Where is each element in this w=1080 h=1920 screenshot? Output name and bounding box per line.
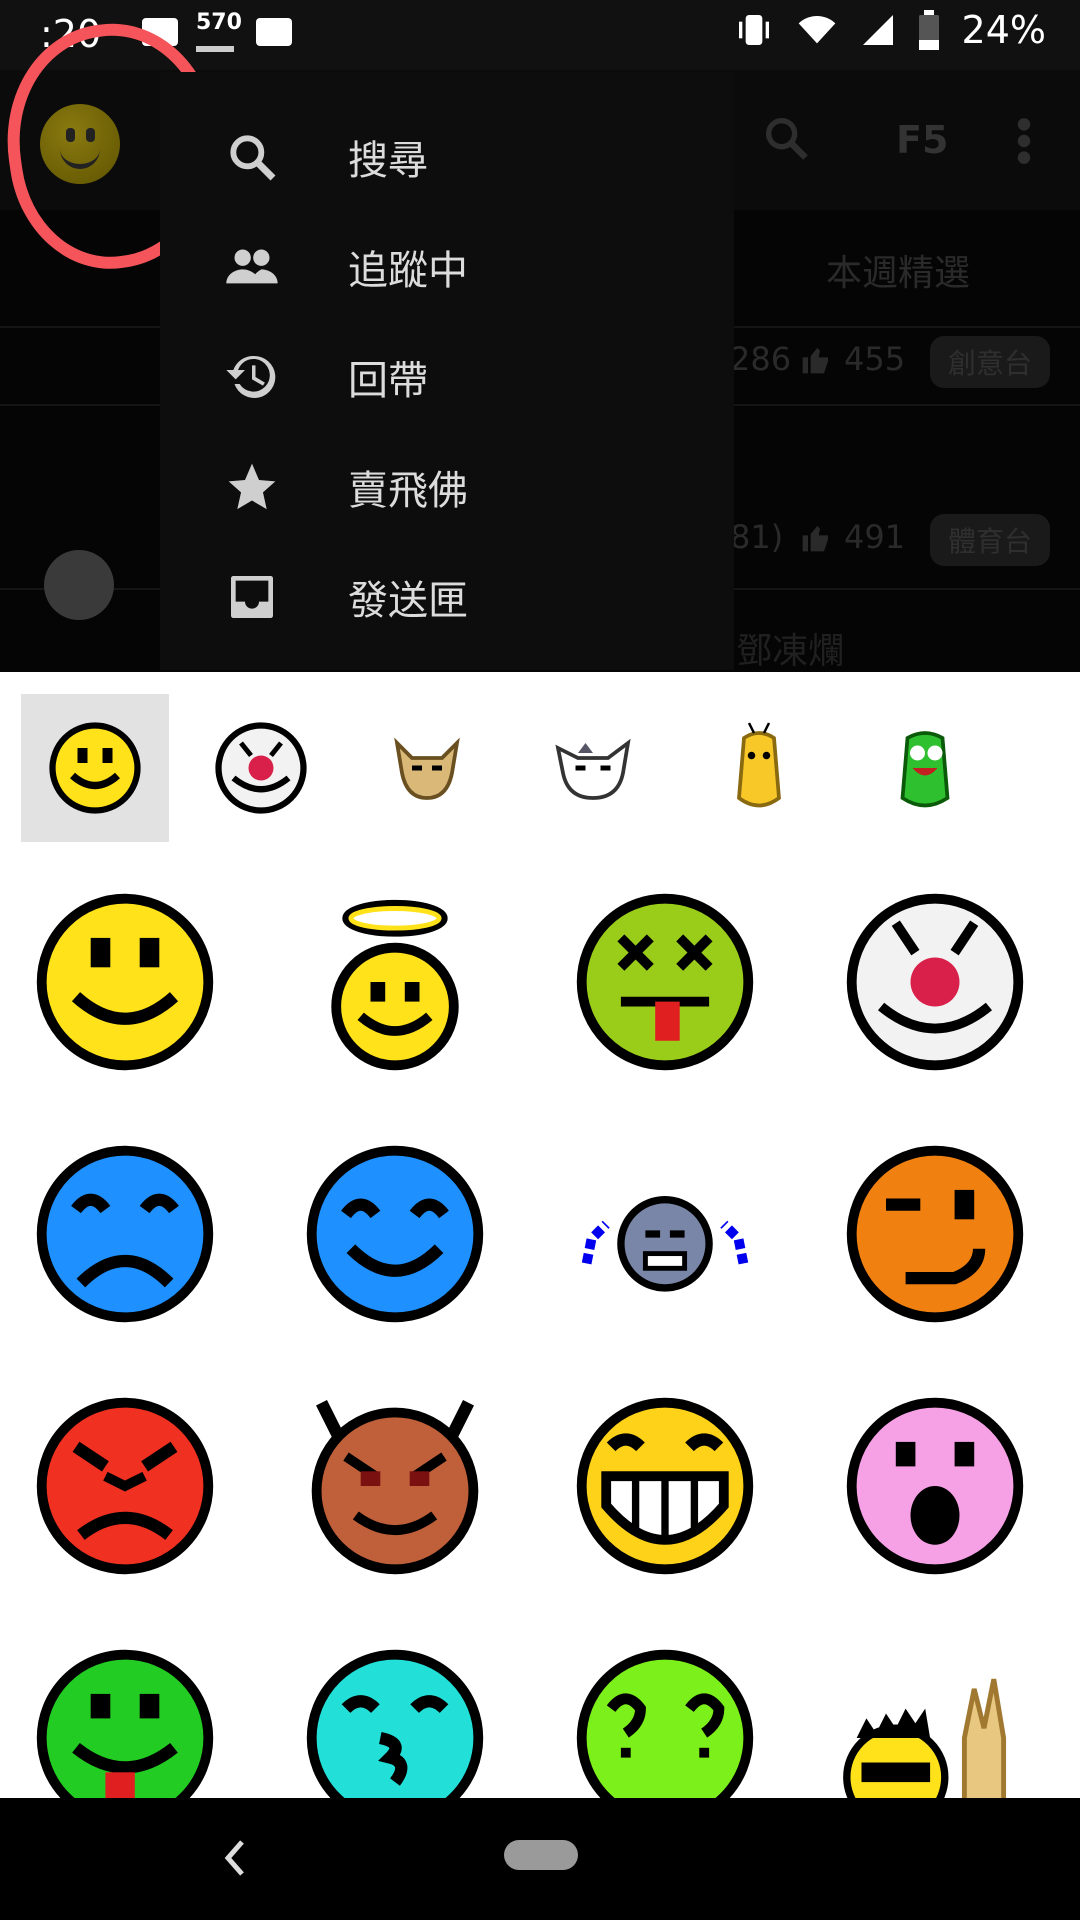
overflow-menu: 搜尋 追蹤中 回帶 賣飛佛 發送匣 [160, 72, 734, 670]
clown-category-icon [215, 722, 307, 814]
wink-emoji-icon [846, 1145, 1024, 1323]
battery-percent: 24% [961, 8, 1046, 52]
row2-board-badge[interactable]: 體育台 [930, 514, 1051, 566]
emoji-rock[interactable] [835, 1638, 1035, 1798]
emoji-happy-blue[interactable] [295, 1134, 495, 1334]
devil-emoji-icon [311, 1399, 479, 1575]
people-icon [226, 249, 278, 284]
toolbar-search-icon[interactable] [760, 112, 812, 164]
tongue-emoji-icon [36, 1649, 214, 1798]
emoji-sick[interactable] [565, 882, 765, 1082]
dog-category-icon [394, 737, 460, 800]
sad-emoji-icon [36, 1145, 214, 1323]
emoji-sad[interactable] [25, 1134, 225, 1334]
wifi-icon [798, 16, 835, 44]
grin-emoji-icon [576, 1397, 754, 1575]
emoji-picker [0, 672, 1080, 1798]
inbox-icon [231, 576, 273, 618]
crying-emoji-icon [581, 1196, 749, 1292]
emoji-angry[interactable] [25, 1386, 225, 1586]
angel-emoji-icon [331, 899, 459, 1071]
green-bean-category-icon [900, 731, 950, 808]
emoji-crying[interactable] [565, 1134, 765, 1334]
emoji-confused[interactable] [565, 1638, 765, 1798]
category-tab-dog[interactable] [353, 694, 501, 842]
menu-label: 搜尋 [348, 138, 428, 184]
search-icon [230, 135, 276, 181]
background-app: :20 570 24% F5 本週精選 286 455 創意台 81) 491 … [0, 0, 1080, 672]
cat-category-icon [555, 738, 631, 800]
star-icon [228, 463, 276, 510]
emoji-clown[interactable] [835, 882, 1035, 1082]
menu-label: 賣飛佛 [348, 468, 468, 514]
back-chevron-icon[interactable] [218, 1834, 250, 1882]
category-tab-clown[interactable] [187, 694, 335, 842]
rock-emoji-icon [843, 1678, 1007, 1798]
thumb-up-icon [802, 348, 828, 374]
row1-board-badge[interactable]: 創意台 [930, 336, 1051, 388]
cell-signal-icon [862, 15, 893, 45]
yellow-bean-category-icon [737, 722, 781, 808]
refresh-f5-button[interactable]: F5 [896, 118, 948, 162]
row2-comment-count: 81) [730, 518, 784, 556]
notification-bar-icon [196, 46, 234, 52]
menu-label: 回帶 [348, 358, 428, 404]
emoji-kiss[interactable] [295, 1638, 495, 1798]
emoji-grin[interactable] [565, 1386, 765, 1586]
shocked-emoji-icon [846, 1397, 1024, 1575]
category-tab-yellow-bean[interactable] [685, 694, 833, 842]
row1-comment-count: 286 [730, 340, 792, 378]
home-pill-icon[interactable] [504, 1840, 578, 1870]
more-vert-icon[interactable] [1010, 116, 1038, 166]
row2-like-count: 491 [844, 518, 906, 556]
angry-emoji-icon [36, 1397, 214, 1575]
menu-item-favorites[interactable]: 賣飛佛 [160, 432, 734, 542]
emoji-smile[interactable] [25, 882, 225, 1082]
emoji-shocked[interactable] [835, 1386, 1035, 1586]
menu-item-history[interactable]: 回帶 [160, 322, 734, 432]
signal-off-notification-icon [256, 18, 292, 46]
menu-item-search[interactable]: 搜尋 [160, 102, 734, 212]
row3-title-fragment[interactable]: 鄧凍爛 [736, 622, 844, 672]
kiss-emoji-icon [306, 1649, 484, 1798]
notification-count: 570 [196, 10, 242, 35]
battery-icon [918, 10, 939, 50]
menu-item-outbox[interactable]: 發送匣 [160, 542, 734, 652]
smiley-category-icon [49, 722, 141, 814]
emoji-wink[interactable] [835, 1134, 1035, 1334]
category-tab-smiley[interactable] [21, 694, 169, 842]
menu-label: 發送匣 [348, 578, 468, 624]
confused-emoji-icon [576, 1649, 754, 1798]
emoji-devil[interactable] [295, 1386, 495, 1586]
happy-blue-emoji-icon [306, 1145, 484, 1323]
vibrate-icon [738, 15, 769, 45]
tab-weekly-picks[interactable]: 本週精選 [826, 244, 970, 296]
smile-emoji-icon [36, 893, 214, 1071]
category-tab-green-bean[interactable] [851, 694, 999, 842]
emoji-category-tabs [0, 672, 1080, 842]
system-nav-bar [0, 1798, 1080, 1920]
left-rail-avatar[interactable] [44, 550, 114, 620]
category-tab-cat[interactable] [519, 694, 667, 842]
clown-emoji-icon [846, 893, 1024, 1071]
thumb-up-icon [802, 526, 828, 552]
menu-label: 追蹤中 [348, 248, 468, 294]
row1-like-count: 455 [844, 340, 906, 378]
menu-item-following[interactable]: 追蹤中 [160, 212, 734, 322]
history-icon [226, 355, 276, 398]
sick-emoji-icon [576, 893, 754, 1071]
emoji-tongue[interactable] [25, 1638, 225, 1798]
emoji-angel[interactable] [295, 882, 495, 1082]
